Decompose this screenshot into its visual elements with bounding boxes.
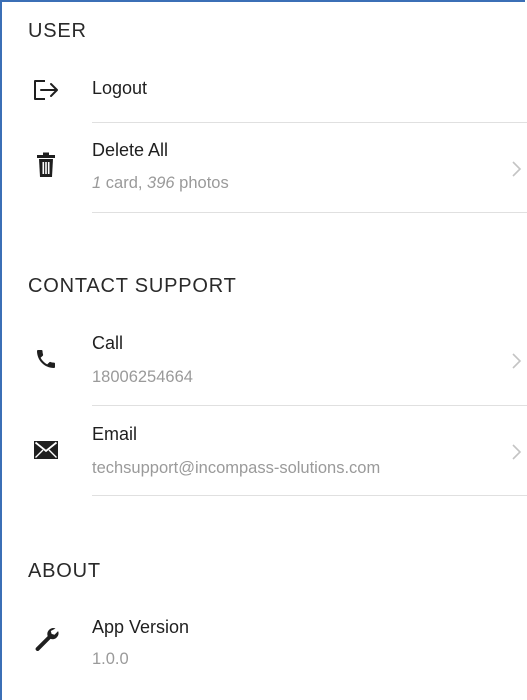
divider <box>92 212 527 213</box>
divider <box>92 495 527 496</box>
chevron-right-icon <box>512 353 522 369</box>
section-header-about: ABOUT <box>28 560 101 582</box>
logout-row[interactable]: Logout <box>0 70 527 122</box>
cards-count: 1 <box>92 174 102 192</box>
cards-text: card, <box>101 174 148 192</box>
email-address: techsupport@incompass-solutions.com <box>92 459 381 477</box>
call-label: Call <box>92 333 124 353</box>
chevron-right-icon <box>512 161 522 177</box>
chevron-right-icon <box>512 444 522 460</box>
delete-all-row[interactable]: Delete All 1 card, 396 photos <box>0 123 527 213</box>
phone-icon <box>32 345 60 373</box>
logout-label: Logout <box>92 78 148 98</box>
app-version-row: App Version 1.0.0 <box>0 600 527 677</box>
photos-count: 396 <box>147 174 175 192</box>
email-row[interactable]: Email techsupport@incompass-solutions.co… <box>0 406 527 496</box>
section-header-contact-support: CONTACT SUPPORT <box>28 275 237 297</box>
trash-icon <box>32 151 60 179</box>
delete-all-label: Delete All <box>92 140 169 160</box>
app-version-label: App Version <box>92 617 190 637</box>
email-label: Email <box>92 424 138 444</box>
envelope-icon <box>32 436 60 464</box>
section-header-user: USER <box>28 20 87 42</box>
logout-icon <box>32 76 60 104</box>
app-version-value: 1.0.0 <box>92 650 129 668</box>
wrench-icon <box>32 624 60 652</box>
photos-text: photos <box>174 174 229 192</box>
call-number: 18006254664 <box>92 368 193 386</box>
delete-all-summary: 1 card, 396 photos <box>92 174 229 193</box>
call-row[interactable]: Call 18006254664 <box>0 315 527 405</box>
